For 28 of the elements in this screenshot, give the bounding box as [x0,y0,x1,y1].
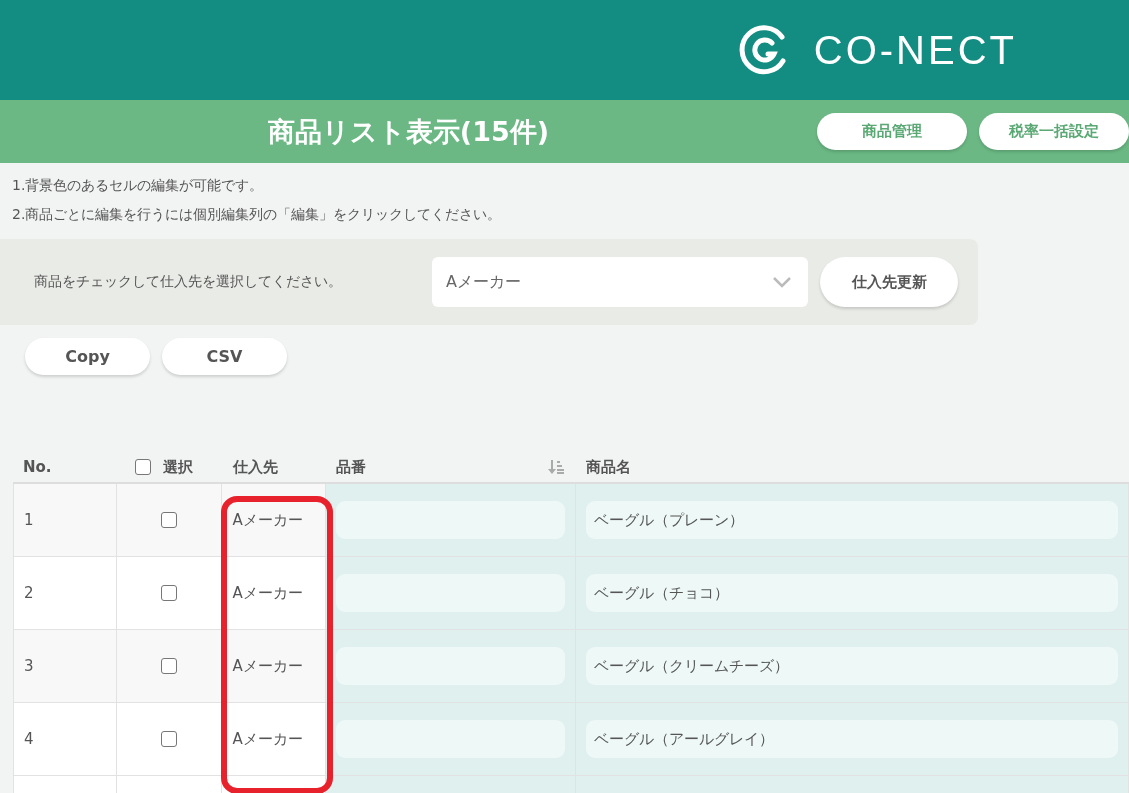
supplier-instruction: 商品をチェックして仕入先を選択してください。 [34,273,343,291]
product-name-field[interactable]: ベーグル（アールグレイ） [586,720,1118,758]
column-header: No. [22,458,53,476]
product-name-field[interactable]: ベーグル（プレーン） [586,501,1118,539]
column-header: 選択 [162,457,193,477]
row-number: 2 [13,557,117,630]
logo-text: CO-NECT [813,27,1017,73]
row-number: 4 [13,703,117,776]
update-supplier-button[interactable]: 仕入先更新 [820,257,958,307]
product-name-field[interactable]: ベーグル（クリームチーズ） [586,647,1118,685]
row-number: 3 [13,630,117,703]
supplier-select[interactable]: Aメーカー [432,257,808,307]
export-button[interactable]: CSV [162,338,287,375]
instruction-text: 2.商品ごとに編集を行うには個別編集列の「編集」をクリックしてください。 [12,205,503,224]
row-checkbox[interactable] [161,658,178,674]
row-checkbox[interactable] [161,512,178,528]
export-button[interactable]: Copy [25,338,150,375]
page-title: 商品リスト表示(15件) [266,114,551,149]
product-name-field[interactable]: ベーグル（チョコ） [586,574,1118,612]
chevron-down-icon [772,276,792,288]
column-header: 仕入先 [231,457,279,477]
instruction-text: 1.背景色のあるセルの編集が可能です。 [12,176,265,195]
row-number: 1 [13,484,117,557]
column-header: 商品名 [585,457,633,477]
row-checkbox[interactable] [161,731,178,747]
column-header: 品番 [336,457,367,477]
select-all-checkbox[interactable] [134,459,151,475]
row-checkbox[interactable] [161,585,178,601]
